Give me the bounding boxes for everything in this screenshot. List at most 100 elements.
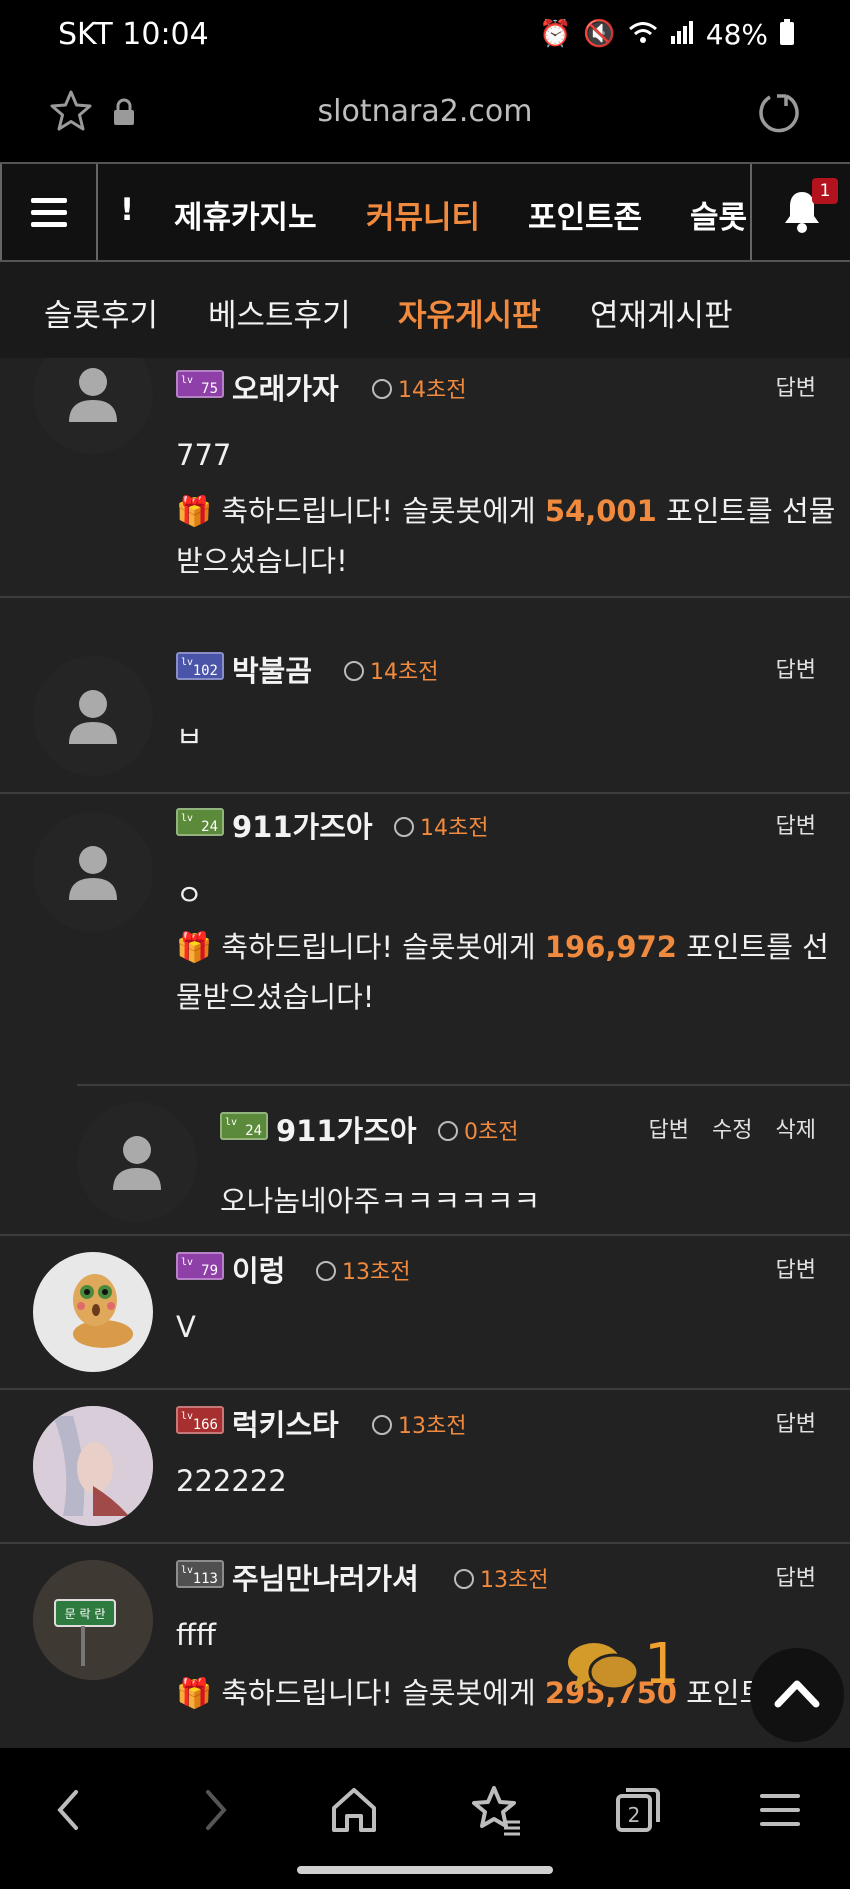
level-number: 79	[201, 1263, 218, 1279]
edit-button[interactable]: 수정	[712, 1118, 752, 1143]
avatar[interactable]: 문 락 란	[33, 1560, 153, 1680]
bookmark-star-icon[interactable]	[468, 1782, 524, 1838]
reply-indent	[0, 1084, 77, 1086]
nickname[interactable]: 이렁	[232, 1248, 285, 1290]
road-sign-avatar-icon: 문 락 란	[33, 1560, 153, 1680]
chat-bubbles-icon[interactable]	[566, 1640, 640, 1696]
comment-text: 오나놈네아주ㅋㅋㅋㅋㅋㅋ	[220, 1184, 541, 1218]
scroll-top-button[interactable]	[750, 1648, 844, 1742]
svg-text:2: 2	[628, 1803, 641, 1827]
reply-button[interactable]: 답변	[776, 814, 816, 839]
home-icon[interactable]	[326, 1782, 382, 1838]
chevron-left-icon[interactable]	[42, 1782, 98, 1838]
browser-url-bar: slotnara2.com	[0, 68, 850, 162]
carrier: SKT	[58, 16, 113, 52]
timestamp: 14초전	[394, 810, 488, 842]
gift-prefix: 축하드립니다! 슬롯봇에게	[221, 494, 545, 528]
hamburger-menu-button[interactable]	[0, 164, 98, 260]
battery-icon	[780, 18, 794, 50]
nav-item-slot[interactable]: 슬롯	[690, 192, 747, 237]
alarm-icon: ⏰	[539, 19, 572, 49]
avatar[interactable]	[33, 812, 153, 932]
reply-button[interactable]: 답변	[776, 376, 816, 401]
level-number: 75	[201, 381, 218, 397]
level-badge: lv 102	[176, 652, 224, 680]
nickname[interactable]: 911가즈아	[276, 1108, 417, 1150]
nickname[interactable]: 박불곰	[232, 648, 312, 690]
comment-item: lv 75 오래가자 14초전 답변 777 🎁 축하드립니다! 슬롯봇에게 54…	[0, 358, 850, 598]
tab-slot-review[interactable]: 슬롯후기	[44, 290, 158, 335]
avatar[interactable]	[33, 358, 153, 454]
tab-free-board[interactable]: 자유게시판	[398, 290, 541, 335]
mute-icon: 🔇	[583, 19, 616, 49]
nav-item-exclaim[interactable]: !	[120, 192, 134, 228]
sub-tabs: 슬롯후기 베스트후기 자유게시판 연재게시판	[0, 262, 850, 358]
reply-button[interactable]: 답변	[776, 1566, 816, 1591]
timestamp: 14초전	[344, 654, 438, 686]
status-right: ⏰ 🔇 48%	[539, 18, 794, 51]
tab-serial-board[interactable]: 연재게시판	[590, 290, 733, 335]
url-text[interactable]: slotnara2.com	[0, 94, 850, 129]
nav-item-point-zone[interactable]: 포인트존	[528, 192, 642, 237]
reply-button[interactable]: 답변	[776, 1258, 816, 1283]
gift-prefix: 축하드립니다! 슬롯봇에게	[221, 930, 545, 964]
level-number: 113	[192, 1571, 218, 1587]
level-number: 102	[192, 663, 218, 679]
nickname[interactable]: 주님만나러가셔	[232, 1556, 419, 1598]
reply-comment-item: lv 24 911가즈아 0초전 답변 수정 삭제 오나놈네아주ㅋㅋㅋㅋㅋㅋ	[0, 1084, 850, 1236]
avatar[interactable]	[33, 656, 153, 776]
level-badge: lv 113	[176, 1560, 224, 1588]
level-number: 24	[245, 1123, 262, 1139]
delete-button[interactable]: 삭제	[776, 1118, 816, 1143]
gift-icon: 🎁	[176, 1676, 222, 1710]
level-number: 24	[201, 819, 218, 835]
timestamp: 13초전	[372, 1408, 466, 1440]
gift-message: 🎁 축하드립니다! 슬롯봇에게 295,750 포인트를 선	[176, 1668, 836, 1718]
default-user-icon	[69, 846, 117, 900]
comment-actions: 답변	[760, 1406, 816, 1438]
avatar[interactable]	[33, 1406, 153, 1526]
notification-badge: 1	[812, 178, 838, 204]
reply-button[interactable]: 답변	[776, 1412, 816, 1437]
tab-best-review[interactable]: 베스트후기	[208, 290, 351, 335]
avatar[interactable]	[33, 1252, 153, 1372]
clock-time: 10:04	[122, 16, 209, 52]
home-indicator[interactable]	[297, 1866, 553, 1874]
nav-scroll[interactable]: ! 제휴카지노 커뮤니티 포인트존 슬롯	[100, 164, 750, 260]
comment-list: lv 75 오래가자 14초전 답변 777 🎁 축하드립니다! 슬롯봇에게 54…	[0, 358, 850, 1748]
nav-item-partner-casino[interactable]: 제휴카지노	[174, 192, 317, 237]
avatar[interactable]	[77, 1102, 197, 1222]
timestamp: 14초전	[372, 372, 466, 404]
reply-button[interactable]: 답변	[649, 1118, 689, 1143]
nickname[interactable]: 럭키스타	[232, 1402, 339, 1444]
comment-actions: 답변	[760, 808, 816, 840]
gift-points: 54,001	[544, 494, 657, 528]
comment-text: 222222	[176, 1464, 287, 1498]
reply-button[interactable]: 답변	[776, 658, 816, 683]
comment-text: ㅇ	[176, 878, 203, 912]
menu-icon[interactable]	[752, 1782, 808, 1838]
reload-icon[interactable]	[756, 90, 802, 136]
nav-item-community[interactable]: 커뮤니티	[366, 192, 480, 237]
comment-text: V	[176, 1310, 196, 1344]
nickname[interactable]: 오래가자	[232, 366, 339, 408]
level-number: 166	[192, 1417, 218, 1433]
level-badge: lv 24	[176, 808, 224, 836]
tabs-icon[interactable]: 2	[610, 1782, 666, 1838]
comment-item: lv 24 911가즈아 14초전 답변 ㅇ 🎁 축하드립니다! 슬롯봇에게 19…	[0, 796, 850, 1086]
gift-points: 196,972	[544, 930, 677, 964]
worm-avatar-icon	[73, 1274, 133, 1348]
comment-text: ㅂ	[176, 720, 203, 754]
status-bar: SKT 10:04 ⏰ 🔇 48%	[0, 0, 850, 68]
menu-bar	[31, 209, 67, 215]
gift-message: 🎁 축하드립니다! 슬롯봇에게 196,972 포인트를 선물받으셨습니다!	[176, 922, 836, 1022]
chevron-right-icon[interactable]	[186, 1782, 242, 1838]
timestamp: 0초전	[438, 1114, 518, 1146]
gift-icon: 🎁	[176, 494, 222, 528]
nickname[interactable]: 911가즈아	[232, 804, 373, 846]
comment-actions: 답변 수정 삭제	[633, 1112, 816, 1144]
level-badge: lv 24	[220, 1112, 268, 1140]
menu-bar	[31, 197, 67, 203]
level-badge: lv 75	[176, 370, 224, 398]
gift-prefix: 축하드립니다! 슬롯봇에게	[221, 1676, 545, 1710]
